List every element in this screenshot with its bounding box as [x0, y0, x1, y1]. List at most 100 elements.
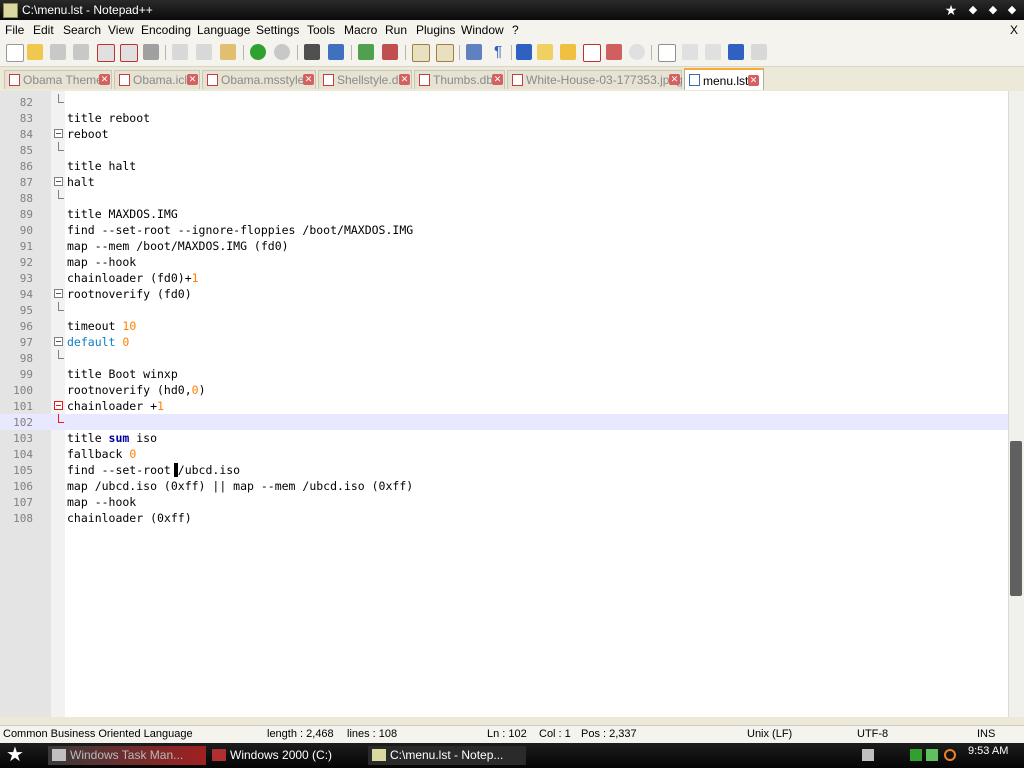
- zoom-out-icon[interactable]: [382, 44, 398, 60]
- open-file-icon[interactable]: [27, 44, 43, 60]
- scrollbar-thumb[interactable]: [1010, 441, 1022, 596]
- code-line[interactable]: 105 find --set-root /ubcd.iso: [0, 462, 1008, 478]
- sync-horizontal-icon[interactable]: [436, 44, 454, 62]
- close-icon[interactable]: [97, 44, 115, 62]
- user-defined-language-icon[interactable]: [537, 44, 553, 60]
- status-eol[interactable]: Unix (LF): [747, 728, 792, 740]
- menu-encoding[interactable]: Encoding: [141, 23, 191, 37]
- code-line[interactable]: 100 rootnoverify (hd0,0): [0, 382, 1008, 398]
- indent-guide-icon[interactable]: [516, 44, 532, 60]
- run-macro-multiple-icon[interactable]: [728, 44, 744, 60]
- tab-shellstyle-dll[interactable]: Shellstyle.dll ✕: [318, 70, 412, 89]
- menu-tools[interactable]: Tools: [307, 23, 335, 37]
- menu-edit[interactable]: Edit: [33, 23, 54, 37]
- code-line[interactable]: 95: [0, 302, 1008, 318]
- tab-obama-icl[interactable]: Obama.icl ✕: [114, 70, 200, 89]
- tab-close-icon[interactable]: ✕: [99, 74, 110, 85]
- sync-vertical-icon[interactable]: [412, 44, 430, 62]
- security-icon[interactable]: [926, 749, 938, 761]
- copy-icon[interactable]: [196, 44, 212, 60]
- close-document-button[interactable]: X: [1010, 23, 1018, 37]
- close-button[interactable]: ◆: [1005, 3, 1019, 17]
- record-macro-icon[interactable]: [658, 44, 676, 62]
- start-button[interactable]: ★: [6, 744, 24, 766]
- tab-close-icon[interactable]: ✕: [303, 74, 314, 85]
- menu-search[interactable]: Search: [63, 23, 101, 37]
- code-line[interactable]: 82: [0, 94, 1008, 110]
- tab-thumbs-db[interactable]: Thumbs.db ✕: [414, 70, 505, 89]
- new-file-icon[interactable]: [6, 44, 24, 62]
- save-macro-icon[interactable]: [751, 44, 767, 60]
- code-line[interactable]: 97 default 0: [0, 334, 1008, 350]
- close-all-icon[interactable]: [120, 44, 138, 62]
- tab-white-house-jpeg[interactable]: White-House-03-177353.jpeg ✕: [507, 70, 683, 89]
- minimize-button[interactable]: ◆: [966, 3, 980, 17]
- code-line[interactable]: 99 title Boot winxp: [0, 366, 1008, 382]
- code-line[interactable]: 98: [0, 350, 1008, 366]
- editor-area[interactable]: 82 83 title reboot 84 reboot 85 86 title ha…: [0, 91, 1024, 717]
- fold-toggle-icon[interactable]: [54, 129, 63, 138]
- find-icon[interactable]: [304, 44, 320, 60]
- code-line[interactable]: 85: [0, 142, 1008, 158]
- stop-recording-icon[interactable]: [682, 44, 698, 60]
- playback-macro-icon[interactable]: [705, 44, 721, 60]
- tab-close-icon[interactable]: ✕: [187, 74, 198, 85]
- code-line[interactable]: 96 timeout 10: [0, 318, 1008, 334]
- zoom-in-icon[interactable]: [358, 44, 374, 60]
- tab-obama-msstyles[interactable]: Obama.msstyles ✕: [202, 70, 316, 89]
- code-line[interactable]: 106 map /ubcd.iso (0xff) || map --mem /ub…: [0, 478, 1008, 494]
- replace-icon[interactable]: [328, 44, 344, 60]
- folder-as-workspace-icon[interactable]: [606, 44, 622, 60]
- code-line[interactable]: 84 reboot: [0, 126, 1008, 142]
- tab-close-icon[interactable]: ✕: [492, 74, 503, 85]
- fold-toggle-icon[interactable]: [54, 177, 63, 186]
- tab-close-icon[interactable]: ✕: [669, 74, 680, 85]
- monitoring-icon[interactable]: [629, 44, 645, 60]
- keyboard-icon[interactable]: [862, 749, 874, 761]
- code-line[interactable]: 88: [0, 190, 1008, 206]
- code-line[interactable]: 93 chainloader (fd0)+1: [0, 270, 1008, 286]
- search-icon[interactable]: [944, 749, 956, 761]
- current-code-line[interactable]: 102: [0, 414, 1008, 430]
- code-line[interactable]: 108 chainloader (0xff): [0, 510, 1008, 526]
- code-line[interactable]: 86 title halt: [0, 158, 1008, 174]
- code-line[interactable]: 83 title reboot: [0, 110, 1008, 126]
- code-line[interactable]: 107 map --hook: [0, 494, 1008, 510]
- code-line[interactable]: 90 find --set-root --ignore-floppies /boo…: [0, 222, 1008, 238]
- word-wrap-icon[interactable]: [466, 44, 482, 60]
- menu-window[interactable]: Window: [461, 23, 504, 37]
- menu-file[interactable]: File: [5, 23, 24, 37]
- code-line[interactable]: 104 fallback 0: [0, 446, 1008, 462]
- menu-macro[interactable]: Macro: [344, 23, 377, 37]
- cut-icon[interactable]: [172, 44, 188, 60]
- fold-toggle-icon[interactable]: [54, 289, 63, 298]
- fold-toggle-icon[interactable]: [54, 401, 63, 410]
- star-icon[interactable]: ★: [944, 3, 958, 17]
- taskbar-item-task-manager[interactable]: Windows Task Man...: [48, 746, 206, 765]
- vertical-scrollbar[interactable]: [1008, 91, 1024, 717]
- paste-icon[interactable]: [220, 44, 236, 60]
- tab-menu-lst[interactable]: menu.lst ✕: [684, 68, 764, 90]
- menu-language[interactable]: Language: [197, 23, 250, 37]
- code-line[interactable]: 103 title sum iso: [0, 430, 1008, 446]
- code-line[interactable]: 101 chainloader +1: [0, 398, 1008, 414]
- code-line[interactable]: 92 map --hook: [0, 254, 1008, 270]
- maximize-button[interactable]: ◆: [986, 3, 1000, 17]
- code-line[interactable]: 91 map --mem /boot/MAXDOS.IMG (fd0): [0, 238, 1008, 254]
- code-line[interactable]: 89 title MAXDOS.IMG: [0, 206, 1008, 222]
- tab-close-icon[interactable]: ✕: [748, 75, 759, 86]
- menu-plugins[interactable]: Plugins: [416, 23, 455, 37]
- save-icon[interactable]: [50, 44, 66, 60]
- taskbar-item-notepad-plus-plus[interactable]: C:\menu.lst - Notep...: [368, 746, 526, 765]
- document-map-icon[interactable]: [560, 44, 576, 60]
- tab-close-icon[interactable]: ✕: [399, 74, 410, 85]
- tab-obama-theme[interactable]: Obama Theme ✕: [4, 70, 112, 89]
- network-icon[interactable]: [910, 749, 922, 761]
- undo-icon[interactable]: [250, 44, 266, 60]
- function-list-icon[interactable]: [583, 44, 601, 62]
- show-all-characters-icon[interactable]: ¶: [490, 44, 506, 60]
- code-line[interactable]: 94 rootnoverify (fd0): [0, 286, 1008, 302]
- menu-settings[interactable]: Settings: [256, 23, 299, 37]
- fold-toggle-icon[interactable]: [54, 337, 63, 346]
- code-line[interactable]: 87 halt: [0, 174, 1008, 190]
